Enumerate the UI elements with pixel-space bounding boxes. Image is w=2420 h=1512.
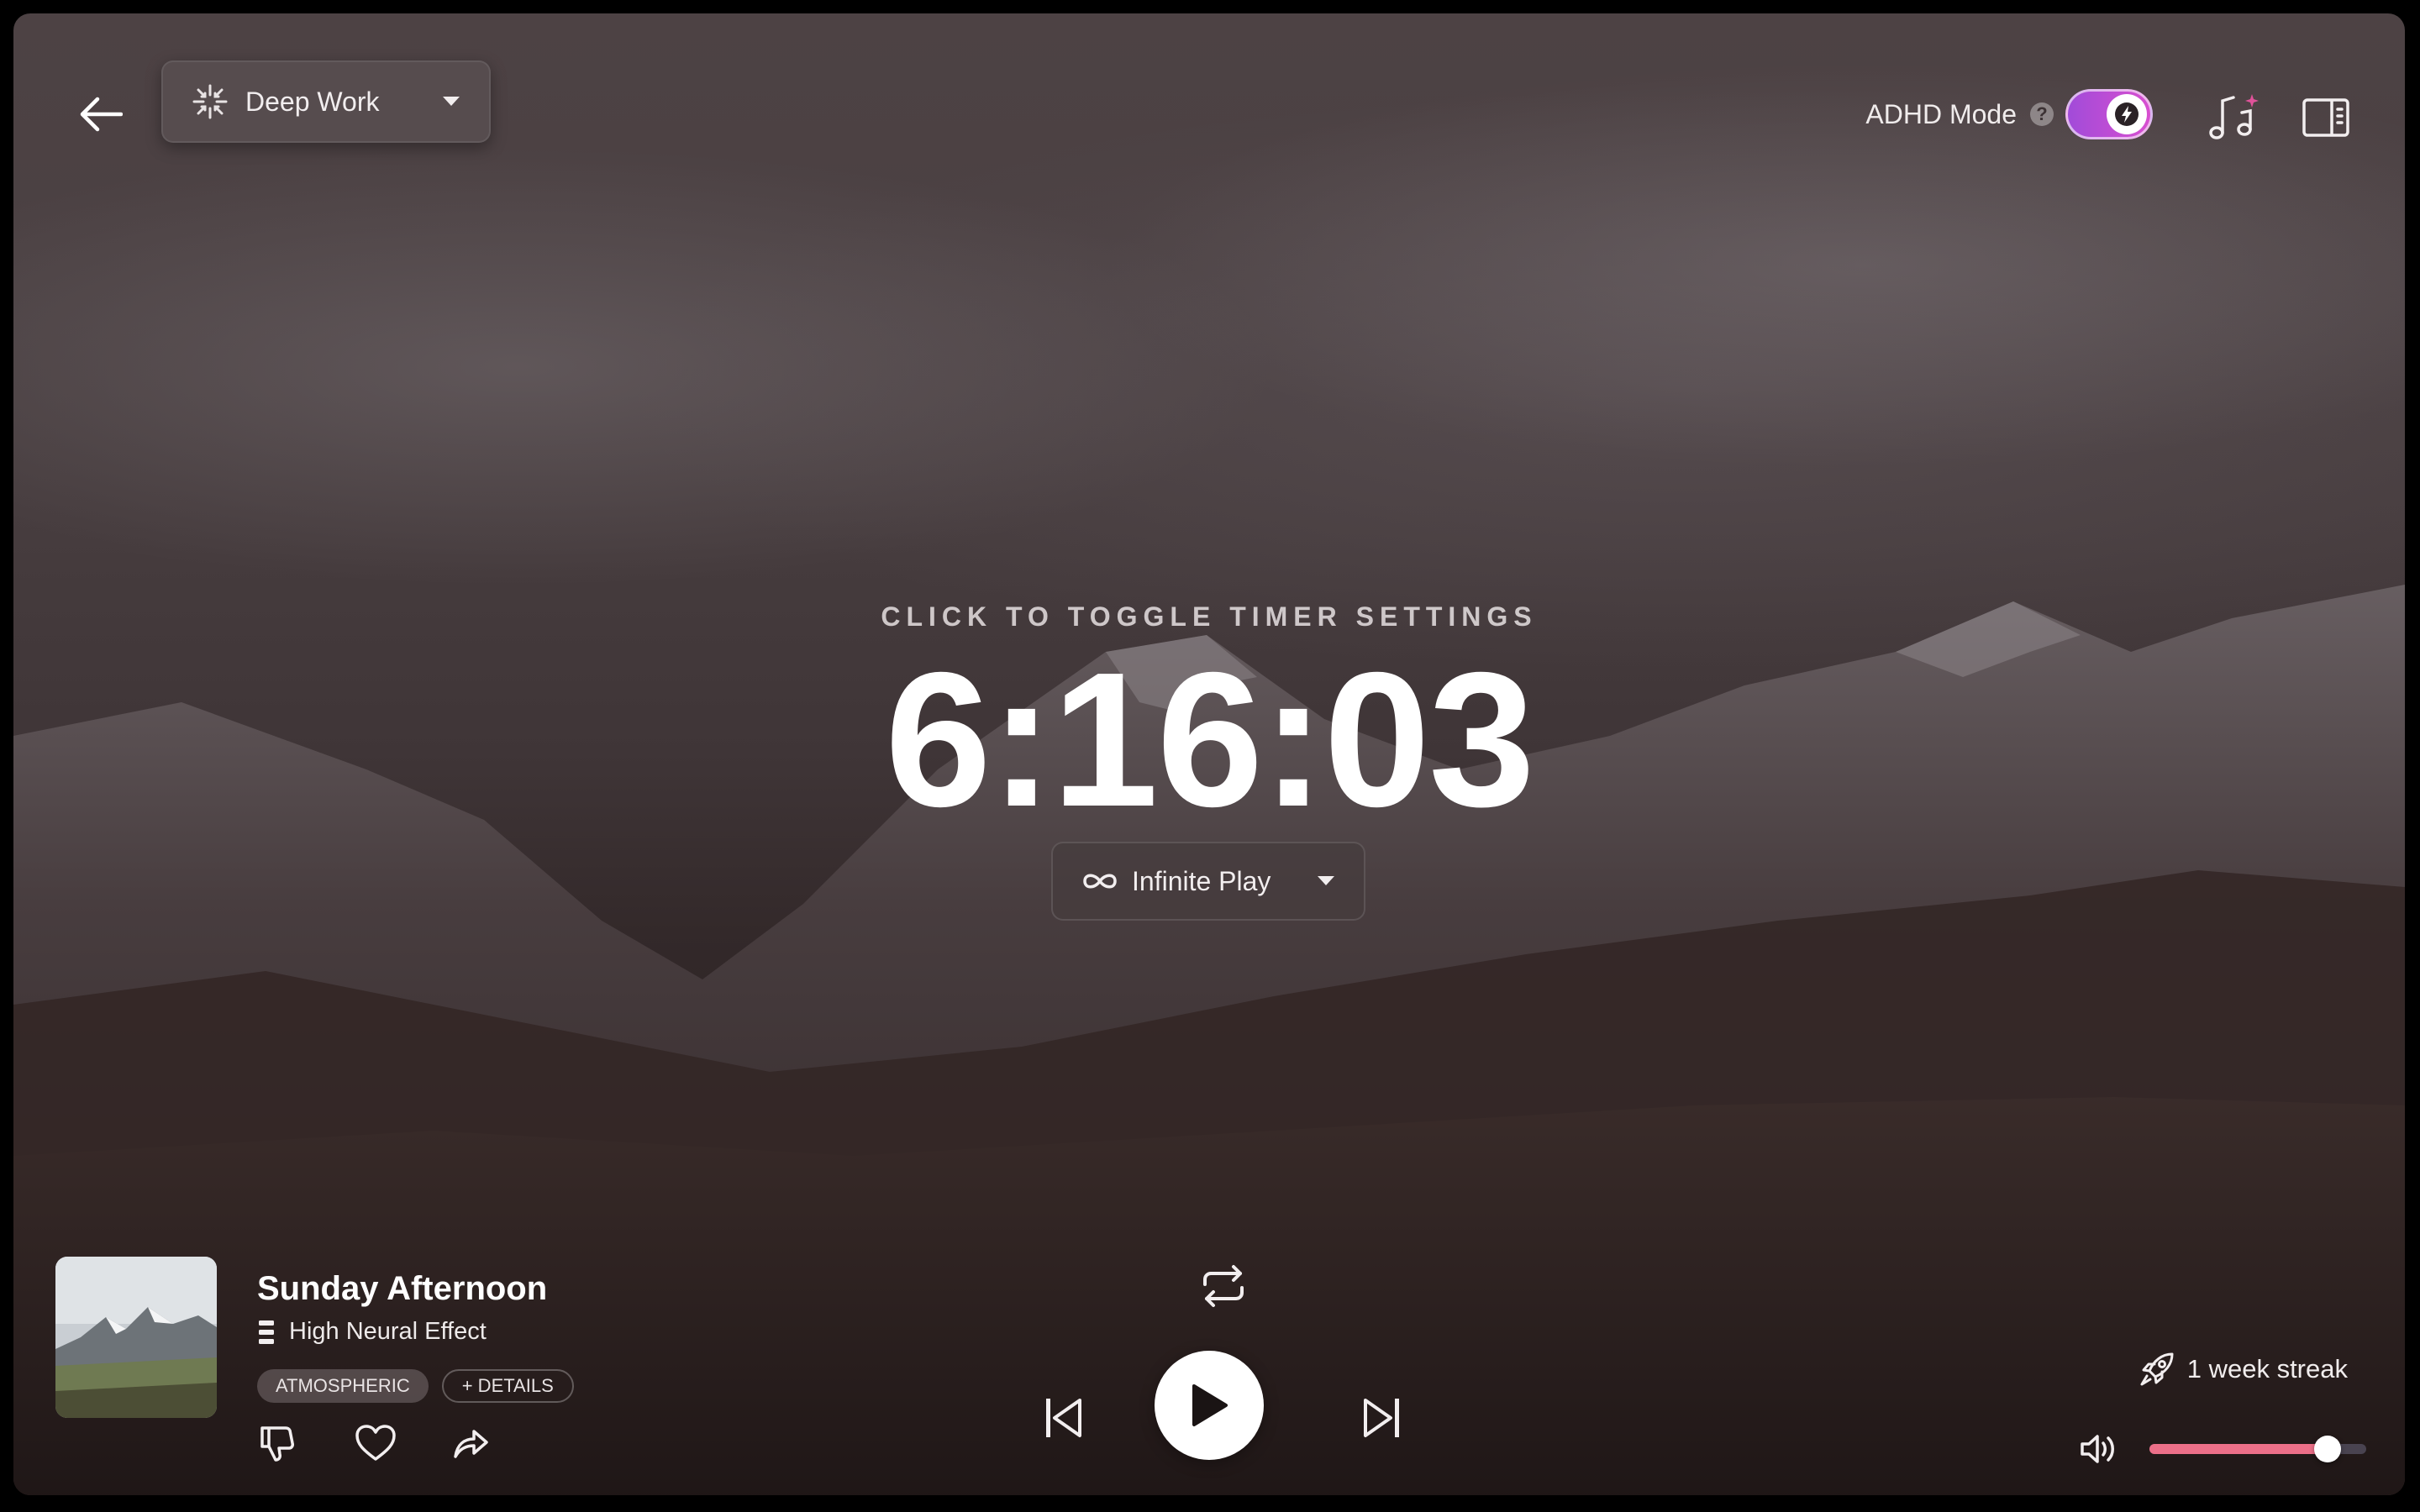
share-icon bbox=[454, 1430, 488, 1458]
repeat-icon bbox=[1203, 1265, 1244, 1307]
rocket-icon bbox=[2140, 1352, 2174, 1386]
play-mode-value: Infinite Play bbox=[1132, 865, 1271, 896]
share-button[interactable] bbox=[452, 1418, 513, 1468]
lightning-icon bbox=[2115, 102, 2139, 126]
streak-indicator: 1 week streak bbox=[2139, 1351, 2348, 1388]
streak-text: 1 week streak bbox=[2186, 1354, 2348, 1383]
skip-next-icon bbox=[1364, 1399, 1399, 1437]
track-actions bbox=[257, 1418, 550, 1468]
side-panel-icon bbox=[2302, 98, 2349, 137]
play-mode-select[interactable]: Infinite Play bbox=[1051, 842, 1365, 921]
timer-display[interactable]: 6:16:03 bbox=[13, 635, 2405, 846]
album-art-image bbox=[55, 1257, 217, 1418]
app-window: Deep Work ADHD Mode ? CLICK TO TOGGLE TI… bbox=[13, 13, 2405, 1495]
adhd-mode-control: ADHD Mode ? bbox=[1865, 87, 2153, 141]
next-button[interactable] bbox=[1346, 1383, 1417, 1453]
neural-effect-label: High Neural Effect bbox=[289, 1318, 487, 1345]
album-art[interactable] bbox=[55, 1257, 217, 1418]
repeat-button[interactable] bbox=[1190, 1257, 1257, 1315]
infinity-icon bbox=[1083, 874, 1117, 889]
effect-level-icon bbox=[259, 1320, 274, 1344]
chevron-down-icon bbox=[1318, 876, 1334, 885]
play-icon bbox=[1192, 1384, 1228, 1426]
side-panel-button[interactable] bbox=[2291, 82, 2361, 153]
neural-effect-indicator: High Neural Effect bbox=[259, 1318, 487, 1346]
music-button[interactable] bbox=[2200, 82, 2270, 153]
volume-icon bbox=[2081, 1435, 2114, 1463]
music-notes-sparkle-icon bbox=[2209, 94, 2259, 139]
volume-fill bbox=[2149, 1444, 2328, 1454]
adhd-mode-toggle[interactable] bbox=[2065, 89, 2153, 139]
volume-slider[interactable] bbox=[2149, 1436, 2366, 1462]
play-button[interactable] bbox=[1155, 1351, 1264, 1460]
volume-slider-handle[interactable] bbox=[2313, 1436, 2341, 1462]
deep-work-icon bbox=[192, 84, 228, 119]
mode-select-value: Deep Work bbox=[245, 86, 380, 117]
volume-button[interactable] bbox=[2079, 1428, 2129, 1470]
favorite-button[interactable] bbox=[355, 1418, 415, 1468]
chevron-down-icon bbox=[443, 97, 460, 106]
previous-button[interactable] bbox=[1028, 1383, 1099, 1453]
toggle-knob bbox=[2107, 94, 2147, 134]
details-button[interactable]: + DETAILS bbox=[441, 1369, 574, 1403]
genre-tag[interactable]: ATMOSPHERIC bbox=[257, 1369, 429, 1403]
back-button[interactable] bbox=[67, 81, 134, 148]
arrow-left-icon bbox=[80, 97, 123, 132]
track-title: Sunday Afternoon bbox=[257, 1270, 548, 1307]
skip-previous-icon bbox=[1046, 1399, 1081, 1437]
thumbs-down-icon bbox=[260, 1426, 294, 1462]
help-icon[interactable]: ? bbox=[2030, 102, 2054, 126]
thumbs-down-button[interactable] bbox=[257, 1418, 318, 1468]
timer-settings-hint[interactable]: CLICK TO TOGGLE TIMER SETTINGS bbox=[13, 601, 2405, 633]
mode-select[interactable]: Deep Work bbox=[161, 60, 491, 143]
track-tags: ATMOSPHERIC + DETAILS bbox=[257, 1369, 574, 1403]
adhd-mode-label: ADHD Mode bbox=[1865, 98, 2017, 129]
heart-icon bbox=[355, 1425, 396, 1461]
